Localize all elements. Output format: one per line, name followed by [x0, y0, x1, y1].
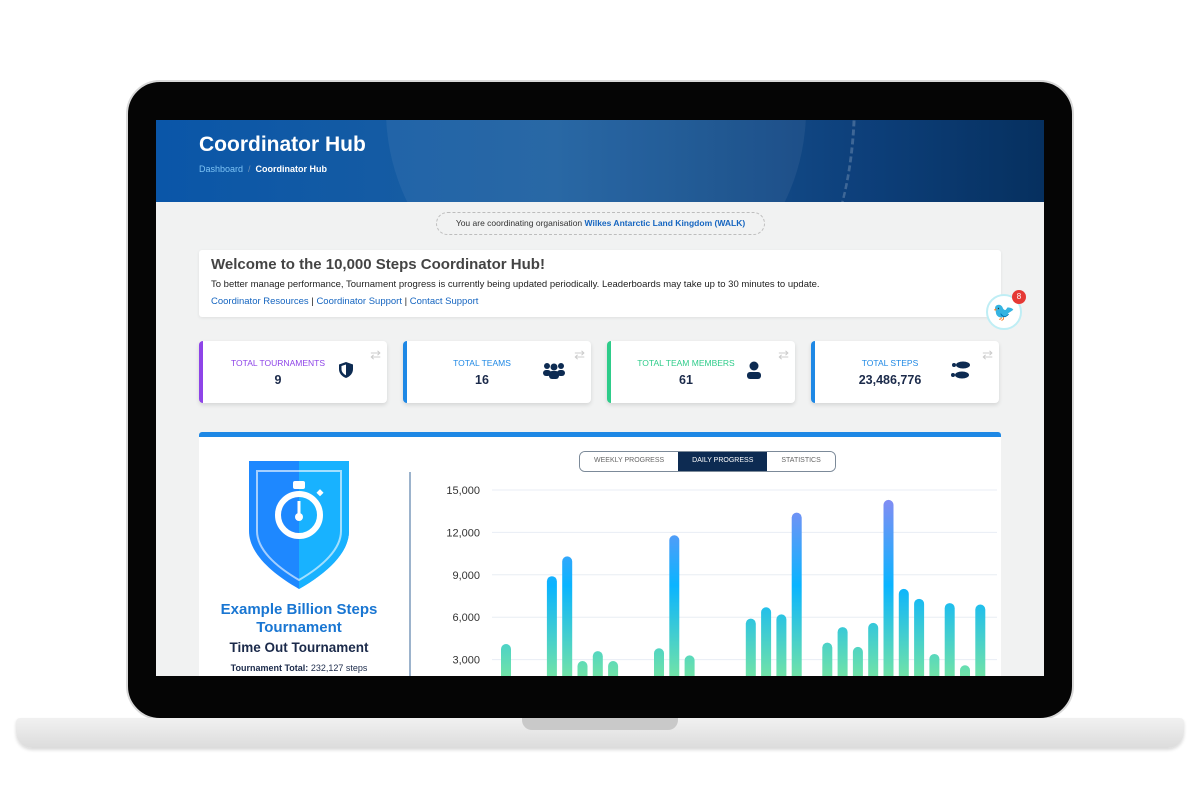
bar[interactable]	[852, 646, 863, 676]
bar[interactable]	[837, 627, 848, 676]
bar[interactable]	[868, 622, 879, 676]
tab-weekly-progress[interactable]: WEEKLY PROGRESS	[580, 452, 679, 471]
welcome-links: Coordinator Resources | Coordinator Supp…	[211, 296, 478, 307]
stat-value: 23,486,776	[858, 373, 922, 387]
stat-value: 9	[274, 373, 282, 387]
tournament-name: Example Billion Steps Tournament	[220, 601, 378, 636]
refresh-icon[interactable]: ⇄	[778, 347, 789, 363]
y-tick-label: 9,000	[452, 570, 480, 582]
bar[interactable]	[883, 499, 894, 676]
total-label: Tournament Total:	[230, 663, 309, 673]
bar[interactable]	[761, 607, 772, 676]
stat-card-teams: TOTAL TEAMS 16 ⇄	[403, 341, 591, 403]
breadcrumb-current: Coordinator Hub	[255, 164, 328, 174]
stat-card-steps: TOTAL STEPS 23,486,776 ⇄	[811, 341, 999, 403]
bar[interactable]	[546, 576, 557, 676]
y-tick-label: 3,000	[452, 655, 480, 667]
breadcrumb-dashboard[interactable]: Dashboard	[199, 164, 243, 174]
bar[interactable]	[745, 618, 756, 676]
org-notice: You are coordinating organisation Wilkes…	[436, 212, 765, 235]
separator: |	[404, 296, 408, 307]
bird-icon: 🐦	[992, 301, 1016, 322]
tab-daily-progress[interactable]: DAILY PROGRESS	[678, 452, 768, 471]
footprints-icon	[950, 361, 972, 384]
refresh-icon[interactable]: ⇄	[370, 347, 381, 363]
bar[interactable]	[914, 598, 925, 676]
bar[interactable]	[608, 661, 619, 676]
bar[interactable]	[592, 651, 603, 676]
bar[interactable]	[944, 603, 955, 676]
bar[interactable]	[776, 614, 787, 676]
stat-label: TOTAL STEPS	[861, 358, 919, 368]
tournament-subtitle: Time Out Tournament	[229, 640, 369, 655]
bar[interactable]	[577, 661, 588, 676]
welcome-card: Welcome to the 10,000 Steps Coordinator …	[199, 250, 1001, 317]
progress-tabs: WEEKLY PROGRESS DAILY PROGRESS STATISTIC…	[579, 451, 836, 472]
y-tick-label: 6,000	[452, 612, 480, 624]
bar[interactable]	[791, 512, 802, 676]
welcome-message: To better manage performance, Tournament…	[211, 279, 820, 290]
y-tick-label: 15,000	[446, 485, 480, 497]
breadcrumb: Dashboard / Coordinator Hub	[199, 164, 328, 174]
shield-icon	[338, 361, 354, 384]
separator: |	[311, 296, 314, 307]
stat-card-tournaments: TOTAL TOURNAMENTS 9 ⇄	[199, 341, 387, 403]
y-tick-label: 12,000	[446, 527, 480, 539]
daily-progress-chart: 15,000 12,000 9,000 6,000 3,000	[446, 485, 997, 676]
bar[interactable]	[898, 588, 909, 676]
stat-value: 16	[475, 373, 489, 387]
users-icon	[542, 361, 566, 384]
user-icon	[746, 361, 762, 384]
total-value: 232,127 steps	[310, 663, 368, 673]
org-name[interactable]: Wilkes Antarctic Land Kingdom (WALK)	[585, 218, 746, 228]
coordinator-resources-link[interactable]: Coordinator Resources	[211, 296, 309, 307]
tab-statistics[interactable]: STATISTICS	[767, 452, 835, 471]
bar[interactable]	[684, 655, 695, 676]
chatbot-button[interactable]: 🐦 8	[986, 290, 1026, 330]
refresh-icon[interactable]: ⇄	[574, 347, 585, 363]
bar[interactable]	[562, 556, 573, 676]
contact-support-link[interactable]: Contact Support	[410, 296, 479, 307]
bar[interactable]	[822, 642, 833, 676]
org-notice-text: You are coordinating organisation	[455, 218, 583, 228]
stat-label: TOTAL TEAMS	[453, 358, 511, 368]
coordinator-support-link[interactable]: Coordinator Support	[316, 296, 402, 307]
tournament-badge	[249, 461, 349, 589]
stat-card-team-members: TOTAL TEAM MEMBERS 61 ⇄	[607, 341, 795, 403]
notification-badge: 8	[1012, 290, 1026, 304]
tournament-panel: Example Billion Steps Tournament Time Ou…	[199, 432, 1001, 676]
bar[interactable]	[654, 648, 664, 676]
screen: Coordinator Hub Dashboard / Coordinator Hu…	[156, 120, 1044, 676]
stat-label: TOTAL TOURNAMENTS	[231, 358, 325, 368]
welcome-title: Welcome to the 10,000 Steps Coordinator …	[211, 256, 545, 273]
laptop-notch	[522, 718, 678, 730]
stat-label: TOTAL TEAM MEMBERS	[637, 358, 735, 368]
page-title: Coordinator Hub	[199, 133, 366, 156]
tournament-total: Tournament Total: 232,127 steps	[199, 663, 399, 673]
divider	[409, 472, 411, 676]
bar[interactable]	[501, 644, 511, 676]
refresh-icon[interactable]: ⇄	[982, 347, 993, 363]
bar[interactable]	[669, 535, 680, 676]
bar[interactable]	[960, 665, 970, 676]
stat-value: 61	[679, 373, 693, 387]
bar[interactable]	[975, 604, 986, 676]
page-header: Coordinator Hub Dashboard / Coordinator Hu…	[156, 120, 1044, 202]
bar[interactable]	[929, 653, 940, 676]
